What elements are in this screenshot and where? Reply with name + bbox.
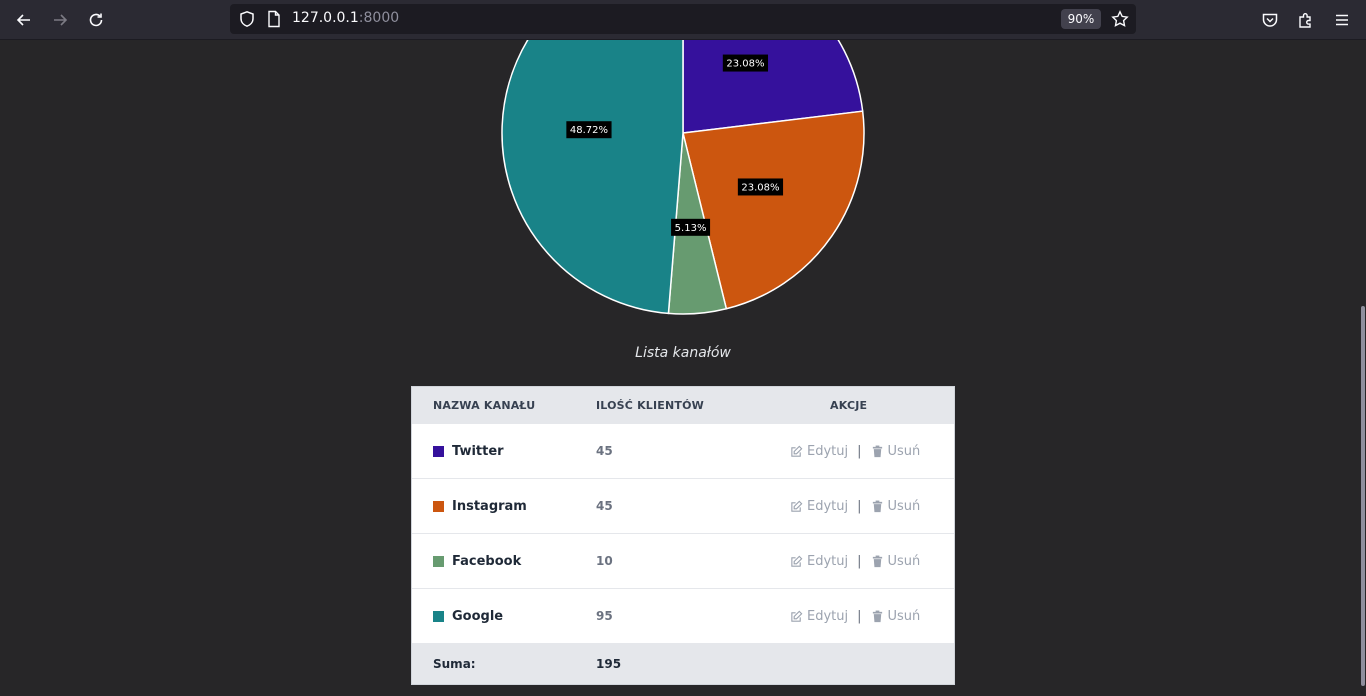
client-count: 10: [596, 554, 613, 568]
edit-icon: [791, 555, 803, 567]
edit-button[interactable]: Edytuj: [790, 609, 848, 624]
pocket-icon[interactable]: [1256, 6, 1284, 34]
channel-name: Google: [452, 608, 504, 624]
hamburger-menu-icon[interactable]: [1328, 6, 1356, 34]
pie-data-label: 5.13%: [671, 218, 711, 236]
svg-text:5.13%: 5.13%: [675, 223, 707, 234]
page-scrollbar[interactable]: [1361, 306, 1365, 686]
table-footer-row: Suma: 195: [412, 644, 954, 684]
edit-label: Edytuj: [807, 553, 849, 569]
pie-chart: 23.08% 23.08% 5.13% 48.72%: [0, 0, 1366, 330]
color-swatch: [433, 445, 444, 457]
table-row: Instagram 45 Edytuj | Usuń: [412, 479, 954, 534]
table-caption: Lista kanałów: [635, 345, 731, 361]
edit-label: Edytuj: [807, 608, 849, 624]
table-header-row: NAZWA KANAŁU ILOŚĆ KLIENTÓW AKCJE: [412, 387, 954, 424]
table-row: Google 95 Edytuj | Usuń: [412, 589, 954, 644]
channel-name-cell: Twitter: [433, 444, 504, 459]
client-count: 45: [596, 444, 613, 458]
separator: |: [857, 498, 862, 514]
url-bar[interactable]: 127.0.0.1:8000 90%: [230, 4, 1136, 34]
puzzle-icon[interactable]: [1292, 6, 1320, 34]
url-host: 127.0.0.1: [292, 10, 359, 26]
header-actions: AKCJE: [830, 399, 868, 412]
separator: |: [857, 608, 862, 624]
edit-label: Edytuj: [807, 498, 849, 514]
client-count: 95: [596, 609, 613, 623]
url-text[interactable]: 127.0.0.1:8000: [292, 10, 399, 26]
delete-label: Usuń: [887, 498, 921, 514]
edit-button[interactable]: Edytuj: [790, 499, 848, 514]
color-swatch: [433, 500, 444, 512]
client-count: 45: [596, 499, 613, 513]
edit-icon: [791, 500, 803, 512]
page-content: 23.08% 23.08% 5.13% 48.72% Lista kanałów NA…: [0, 0, 1366, 696]
pie-chart-svg: 23.08% 23.08% 5.13% 48.72%: [501, 0, 865, 315]
zoom-badge[interactable]: 90%: [1061, 9, 1101, 29]
trash-icon: [872, 500, 882, 512]
edit-icon: [791, 445, 803, 457]
page-icon: [266, 10, 282, 28]
row-actions: Edytuj | Usuń: [790, 444, 920, 459]
color-swatch: [433, 610, 444, 622]
channel-name: Twitter: [452, 443, 504, 459]
svg-text:48.72%: 48.72%: [570, 125, 608, 136]
star-icon[interactable]: [1111, 10, 1129, 28]
table-row: Facebook 10 Edytuj | Usuń: [412, 534, 954, 589]
forward-icon[interactable]: [46, 6, 74, 34]
header-client-count: ILOŚĆ KLIENTÓW: [596, 399, 705, 412]
pie-data-label: 48.72%: [566, 121, 612, 139]
delete-label: Usuń: [887, 553, 921, 569]
row-actions: Edytuj | Usuń: [790, 499, 920, 514]
delete-button[interactable]: Usuń: [871, 498, 921, 514]
pie-slice-google[interactable]: [501, 0, 684, 315]
table-row: Twitter 45 Edytuj | Usuń: [412, 424, 954, 479]
trash-icon: [872, 610, 882, 622]
delete-label: Usuń: [887, 608, 921, 624]
channels-table: NAZWA KANAŁU ILOŚĆ KLIENTÓW AKCJE Twitte…: [411, 386, 955, 685]
separator: |: [857, 443, 862, 459]
row-actions: Edytuj | Usuń: [790, 554, 920, 569]
row-actions: Edytuj | Usuń: [790, 609, 920, 624]
footer-sum: 195: [596, 657, 622, 671]
channel-name-cell: Instagram: [433, 499, 527, 514]
edit-icon: [791, 610, 803, 622]
color-swatch: [433, 555, 444, 567]
pie-data-label: 23.08%: [722, 54, 769, 72]
header-channel-name: NAZWA KANAŁU: [433, 399, 536, 412]
trash-icon: [872, 555, 882, 567]
separator: |: [857, 553, 862, 569]
edit-label: Edytuj: [807, 443, 849, 459]
reload-icon[interactable]: [82, 6, 110, 34]
delete-button[interactable]: Usuń: [871, 553, 921, 569]
browser-toolbar: 127.0.0.1:8000 90%: [0, 0, 1366, 40]
channel-name: Facebook: [452, 553, 522, 569]
pie-data-label: 23.08%: [737, 178, 784, 196]
svg-text:23.08%: 23.08%: [726, 59, 764, 70]
trash-icon: [872, 445, 882, 457]
edit-button[interactable]: Edytuj: [790, 444, 848, 459]
delete-button[interactable]: Usuń: [871, 443, 921, 459]
url-port: :8000: [358, 10, 400, 26]
shield-icon[interactable]: [238, 10, 256, 28]
delete-button[interactable]: Usuń: [871, 608, 921, 624]
footer-label: Suma:: [433, 657, 476, 671]
channel-name-cell: Google: [433, 609, 503, 624]
delete-label: Usuń: [887, 443, 921, 459]
edit-button[interactable]: Edytuj: [790, 554, 848, 569]
channel-name: Instagram: [452, 498, 527, 514]
svg-text:23.08%: 23.08%: [741, 182, 779, 193]
back-icon[interactable]: [10, 6, 38, 34]
channel-name-cell: Facebook: [433, 554, 521, 569]
